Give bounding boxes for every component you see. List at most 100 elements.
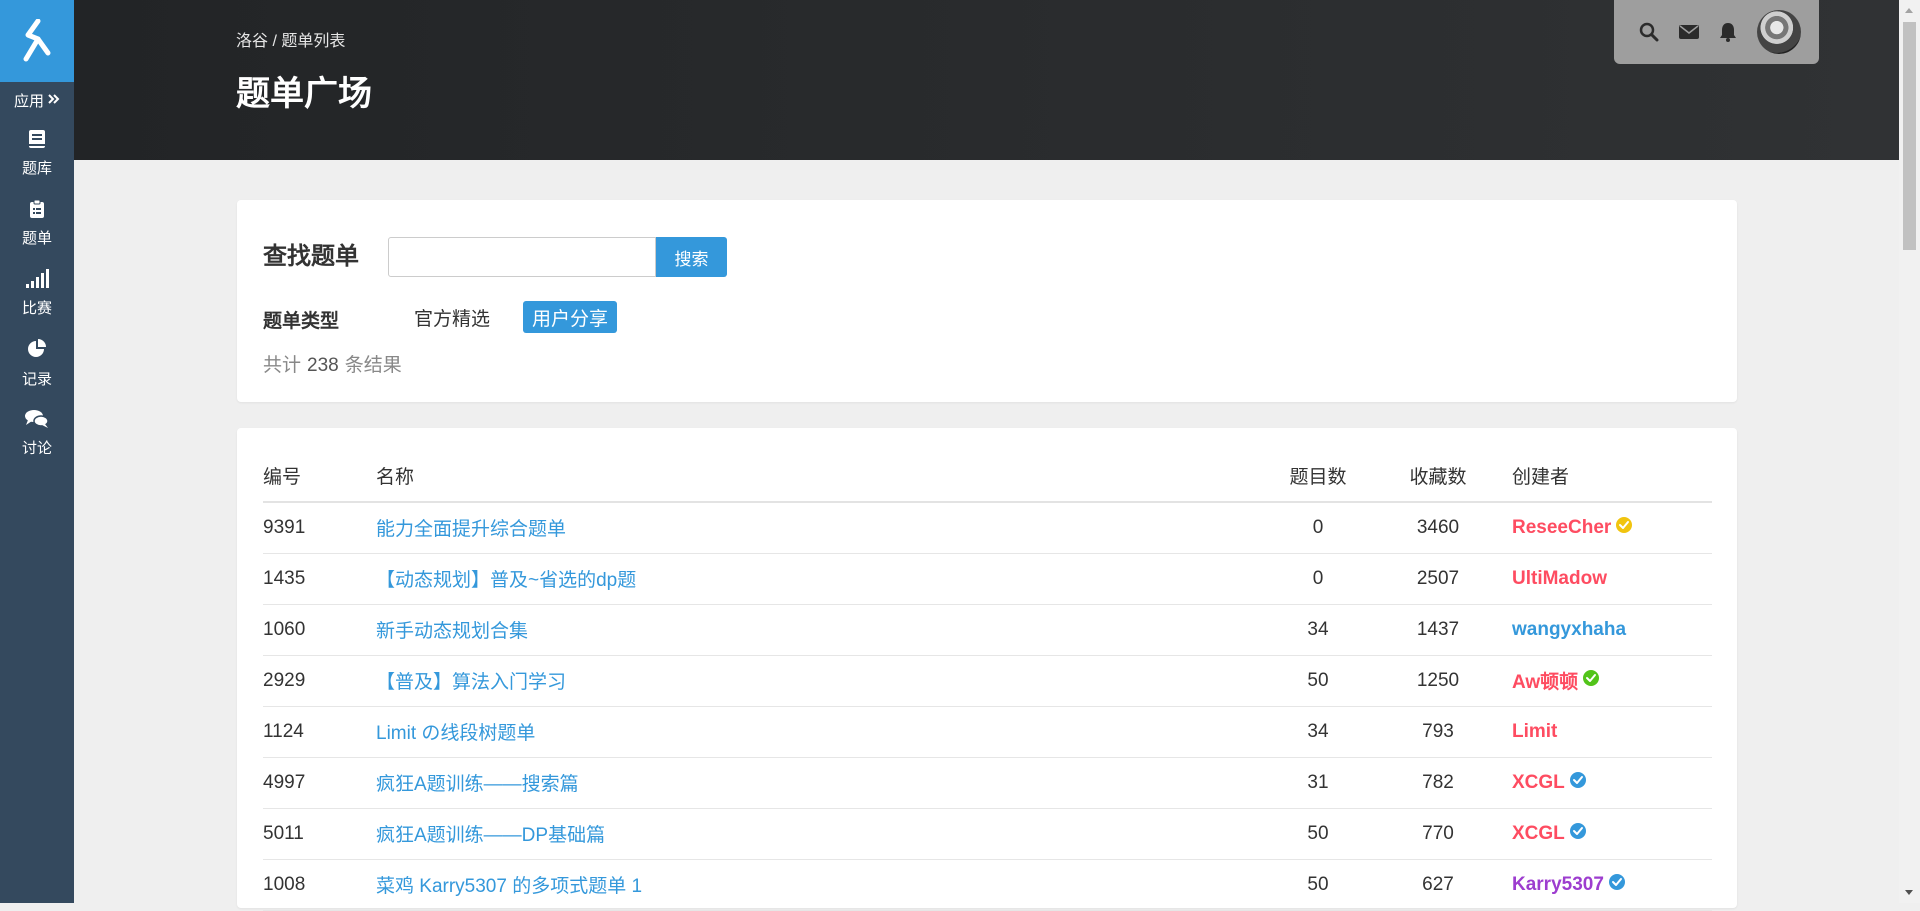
training-list-panel: 编号 名称 题目数 收藏数 创建者 9391 能力全面提升综合题单 0 3460 Res… — [237, 428, 1737, 911]
type-option-official[interactable]: 官方精选 — [405, 301, 499, 333]
sidebar-item-lists[interactable]: 题单 — [0, 188, 74, 258]
creator-name: Limit — [1512, 720, 1558, 742]
scroll-up-arrow-icon[interactable] — [1905, 8, 1913, 13]
column-header-problems[interactable]: 题目数 — [1262, 450, 1374, 503]
column-header-name[interactable]: 名称 — [376, 450, 1262, 503]
total-suffix: 条结果 — [344, 355, 402, 376]
row-creator-cell: XCGL — [1502, 808, 1712, 860]
bell-icon[interactable] — [1719, 22, 1737, 42]
row-id: 1060 — [263, 604, 376, 656]
creator-link[interactable]: ReseeCher — [1512, 516, 1633, 540]
bar-chart-icon — [25, 268, 49, 293]
double-chevron-right-icon — [48, 92, 60, 109]
row-problem-count: 50 — [1262, 859, 1374, 911]
row-creator-cell: wangyxhaha — [1502, 604, 1712, 656]
sidebar-item-label: 讨论 — [21, 439, 52, 457]
creator-name: ReseeCher — [1512, 516, 1612, 538]
logo-icon — [23, 19, 51, 62]
table-row: 9391 能力全面提升综合题单 0 3460 ReseeCher — [263, 502, 1712, 554]
sidebar-item-label: 比赛 — [21, 299, 52, 317]
page-header: 洛谷 / 题单列表 题单广场 — [74, 0, 1899, 160]
row-name-cell: 新手动态规划合集 — [376, 604, 1262, 656]
creator-link[interactable]: XCGL — [1512, 822, 1587, 846]
book-icon — [28, 129, 46, 153]
apps-menu-button[interactable]: 应用 — [0, 82, 74, 118]
training-link[interactable]: 疯狂A题训练——搜索篇 — [376, 774, 579, 795]
row-creator-cell: Karry5307 — [1502, 859, 1712, 911]
row-name-cell: Limit の线段树题单 — [376, 706, 1262, 758]
search-panel: 查找题单 搜索 题单类型 官方精选 用户分享 共计 238 条结果 — [237, 200, 1737, 402]
row-creator-cell: XCGL — [1502, 757, 1712, 809]
breadcrumb-home-link[interactable]: 洛谷 — [236, 33, 268, 50]
creator-link[interactable]: Limit — [1512, 721, 1557, 743]
search-input[interactable] — [388, 237, 656, 277]
creator-link[interactable]: wangyxhaha — [1512, 619, 1626, 641]
creator-link[interactable]: XCGL — [1512, 771, 1587, 795]
table-row: 1435 【动态规划】普及~省选的dp题 0 2507 UltiMadow — [263, 553, 1712, 605]
row-problem-count: 34 — [1262, 604, 1374, 656]
scroll-thumb[interactable] — [1903, 22, 1916, 250]
table-row: 1060 新手动态规划合集 34 1437 wangyxhaha — [263, 604, 1712, 656]
mail-icon[interactable] — [1679, 24, 1699, 40]
row-problem-count: 0 — [1262, 502, 1374, 554]
training-link[interactable]: Limit の线段树题单 — [376, 723, 535, 744]
table-row: 4997 疯狂A题训练——搜索篇 31 782 XCGL — [263, 757, 1712, 809]
type-option-user-shared[interactable]: 用户分享 — [523, 301, 618, 333]
row-name-cell: 【普及】算法入门学习 — [376, 655, 1262, 707]
sidebar-item-label: 题库 — [21, 159, 52, 177]
row-name-cell: 疯狂A题训练——搜索篇 — [376, 757, 1262, 809]
creator-link[interactable]: Karry5307 — [1512, 873, 1626, 897]
column-header-creator[interactable]: 创建者 — [1502, 450, 1712, 503]
creator-link[interactable]: Aw顿顿 — [1512, 667, 1600, 694]
training-link[interactable]: 能力全面提升综合题单 — [376, 519, 566, 540]
row-id: 1008 — [263, 859, 376, 911]
row-name-cell: 【动态规划】普及~省选的dp题 — [376, 553, 1262, 605]
page-title: 题单广场 — [236, 75, 372, 113]
pie-chart-icon — [26, 338, 48, 364]
row-favorite-count: 1437 — [1374, 604, 1502, 656]
verified-badge-icon — [1569, 771, 1587, 795]
sidebar-item-records[interactable]: 记录 — [0, 328, 74, 398]
user-avatar[interactable] — [1757, 10, 1801, 54]
training-link[interactable]: 菜鸡 Karry5307 的多项式题单 1 — [376, 876, 642, 897]
column-header-favorites[interactable]: 收藏数 — [1374, 450, 1502, 503]
training-table: 编号 名称 题目数 收藏数 创建者 9391 能力全面提升综合题单 0 3460 Res… — [263, 450, 1712, 911]
row-problem-count: 50 — [1262, 808, 1374, 860]
verified-badge-icon — [1608, 873, 1626, 897]
sidebar-item-contests[interactable]: 比赛 — [0, 258, 74, 328]
row-id: 1124 — [263, 706, 376, 758]
training-link[interactable]: 疯狂A题训练——DP基础篇 — [376, 825, 605, 846]
sidebar-item-label: 题单 — [21, 229, 52, 247]
breadcrumb-separator: / — [268, 33, 282, 50]
search-button[interactable]: 搜索 — [656, 237, 727, 277]
table-header-row: 编号 名称 题目数 收藏数 创建者 — [263, 450, 1712, 503]
sidebar-item-discuss[interactable]: 讨论 — [0, 398, 74, 468]
row-favorite-count: 2507 — [1374, 553, 1502, 605]
creator-name: wangyxhaha — [1512, 618, 1627, 640]
creator-name: Karry5307 — [1512, 873, 1604, 895]
training-link[interactable]: 新手动态规划合集 — [376, 621, 528, 642]
creator-name: UltiMadow — [1512, 567, 1607, 589]
row-problem-count: 31 — [1262, 757, 1374, 809]
breadcrumb: 洛谷 / 题单列表 — [236, 27, 345, 51]
row-creator-cell: Aw顿顿 — [1502, 655, 1712, 707]
page-scrollbar[interactable] — [1899, 0, 1920, 903]
clipboard-icon — [29, 199, 45, 223]
row-favorite-count: 793 — [1374, 706, 1502, 758]
search-icon[interactable] — [1639, 22, 1659, 42]
luogu-logo[interactable] — [0, 0, 74, 82]
row-id: 2929 — [263, 655, 376, 707]
sidebar-item-problems[interactable]: 题库 — [0, 118, 74, 188]
training-link[interactable]: 【普及】算法入门学习 — [376, 672, 566, 693]
sidebar-item-label: 记录 — [21, 370, 52, 388]
creator-link[interactable]: UltiMadow — [1512, 568, 1607, 590]
verified-badge-icon — [1569, 822, 1587, 846]
row-favorite-count: 627 — [1374, 859, 1502, 911]
row-id: 4997 — [263, 757, 376, 809]
search-label: 查找题单 — [263, 243, 359, 270]
column-header-id[interactable]: 编号 — [263, 450, 376, 503]
training-link[interactable]: 【动态规划】普及~省选的dp题 — [376, 570, 636, 591]
row-problem-count: 50 — [1262, 655, 1374, 707]
row-id: 9391 — [263, 502, 376, 554]
scroll-down-arrow-icon[interactable] — [1905, 890, 1913, 895]
